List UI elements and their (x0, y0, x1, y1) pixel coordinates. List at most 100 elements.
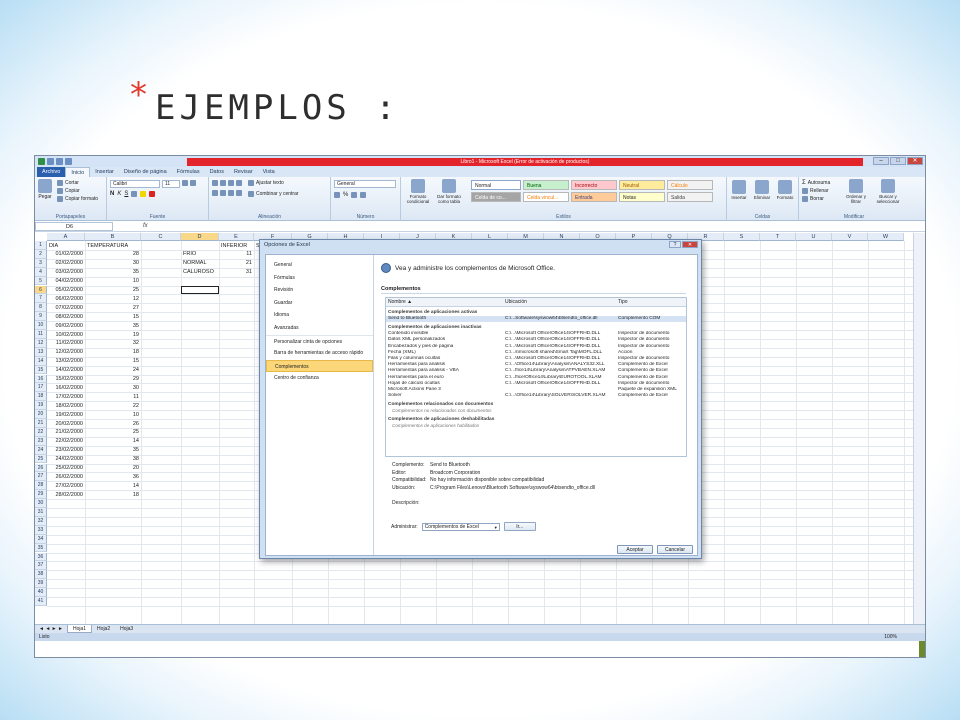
cell[interactable]: 19/02/2000 (49, 411, 83, 419)
undo-icon[interactable] (56, 158, 63, 165)
row-header[interactable]: 41 (35, 597, 47, 606)
cell[interactable]: 12 (87, 295, 139, 303)
cut-button[interactable]: Cortar (57, 179, 98, 187)
column-header-u[interactable]: U (796, 233, 832, 241)
font-name-select[interactable]: Calibri (110, 180, 160, 188)
cell[interactable]: 28/02/2000 (49, 491, 83, 499)
column-header-s[interactable]: S (724, 233, 760, 241)
cell[interactable]: 32 (87, 339, 139, 347)
cell[interactable]: 29 (87, 375, 139, 383)
row-header[interactable]: 16 (35, 374, 47, 384)
cell[interactable]: 10/02/2000 (49, 331, 83, 339)
underline-icon[interactable]: S (124, 191, 128, 197)
style-note[interactable]: Notas (619, 192, 665, 202)
align-middle-icon[interactable] (220, 180, 226, 186)
align-left-icon[interactable] (212, 190, 218, 196)
format-table-button[interactable]: Dar formato como tabla (435, 179, 463, 204)
col-type-header[interactable]: Tipo (616, 298, 686, 306)
orientation-icon[interactable] (236, 180, 242, 186)
cell[interactable]: 15 (87, 313, 139, 321)
go-button[interactable]: Ir... (503, 522, 536, 531)
nav-item[interactable]: Idioma (266, 309, 373, 322)
style-good[interactable]: Buena (523, 180, 569, 190)
cell[interactable]: 24/02/2000 (49, 455, 83, 463)
insert-cells-button[interactable]: Insertar (730, 180, 748, 200)
italic-icon[interactable]: K (117, 191, 121, 197)
cell[interactable]: 04/02/2000 (49, 277, 83, 285)
vertical-scrollbar[interactable] (913, 233, 925, 624)
cell[interactable]: TEMPERATURA (87, 242, 139, 250)
row-header[interactable]: 8 (35, 303, 47, 313)
cell[interactable]: 09/02/2000 (49, 322, 83, 330)
cell[interactable]: 16/02/2000 (49, 384, 83, 392)
style-linked-cell[interactable]: Celda vincul... (523, 192, 569, 202)
column-header-w[interactable]: W (868, 233, 904, 241)
row-header[interactable]: 30 (35, 499, 47, 508)
wrap-text-button[interactable]: Ajustar texto (248, 179, 284, 187)
cell[interactable]: 24 (87, 366, 139, 374)
sheet-tab-hoja2[interactable]: Hoja2 (92, 625, 115, 633)
cell[interactable]: 22/02/2000 (49, 437, 83, 445)
help-button[interactable]: ? (669, 241, 681, 248)
cell[interactable]: 14/02/2000 (49, 366, 83, 374)
cell[interactable]: 15 (87, 357, 139, 365)
row-header[interactable]: 3 (35, 258, 47, 268)
cell[interactable]: 27/02/2000 (49, 482, 83, 490)
style-check-cell[interactable]: Celda de co... (471, 192, 521, 202)
cell[interactable]: 35 (87, 446, 139, 454)
cancel-button[interactable]: Cancelar (657, 545, 693, 554)
cell[interactable]: 18/02/2000 (49, 402, 83, 410)
cell[interactable]: 14 (87, 437, 139, 445)
zoom-level[interactable]: 100% (884, 633, 897, 641)
tab-file[interactable]: Archivo (37, 167, 66, 177)
percent-icon[interactable]: % (343, 192, 348, 198)
row-header[interactable]: 19 (35, 401, 47, 411)
row-header[interactable]: 39 (35, 579, 47, 589)
col-name-header[interactable]: Nombre ▲ (386, 298, 503, 306)
cell[interactable]: 08/02/2000 (49, 313, 83, 321)
column-header-b[interactable]: B (85, 233, 141, 241)
row-header[interactable]: 17 (35, 383, 47, 393)
column-header-c[interactable]: C (141, 233, 181, 241)
addin-row[interactable]: Send to Bluetooth C:\...Software\syswow64… (386, 316, 686, 323)
row-header[interactable]: 32 (35, 516, 47, 526)
row-header[interactable]: 35 (35, 543, 47, 553)
close-button[interactable]: ✕ (907, 157, 923, 165)
nav-item[interactable]: General (266, 259, 373, 272)
row-header[interactable]: 20 (35, 410, 47, 419)
nav-item[interactable]: Revisión (266, 284, 373, 297)
style-neutral[interactable]: Neutral (619, 180, 665, 190)
number-format-select[interactable]: General (334, 180, 396, 188)
row-header[interactable]: 37 (35, 561, 47, 571)
cell[interactable]: 20/02/2000 (49, 420, 83, 428)
indent-icon[interactable] (236, 190, 242, 196)
column-header-a[interactable]: A (47, 233, 85, 241)
tab-formulas[interactable]: Fórmulas (172, 167, 205, 177)
row-header[interactable]: 34 (35, 534, 47, 544)
addin-row[interactable]: Solver C:\...\Office14\Library\SOLVER\SOL… (386, 393, 686, 399)
row-header[interactable]: 18 (35, 392, 47, 402)
row-header[interactable]: 13 (35, 347, 47, 357)
row-header[interactable]: 11 (35, 330, 47, 339)
cell[interactable]: 14 (87, 482, 139, 490)
cell[interactable]: 19 (87, 331, 139, 339)
nav-item[interactable]: Avanzadas (266, 322, 373, 335)
column-header-e[interactable]: E (219, 233, 254, 241)
sheet-nav-icon[interactable]: ◄ ◄ ► ► (35, 626, 67, 632)
thousands-icon[interactable] (351, 192, 358, 198)
borders-icon[interactable] (131, 191, 138, 197)
align-right-icon[interactable] (228, 190, 234, 196)
cell[interactable]: 11/02/2000 (49, 339, 83, 347)
col-location-header[interactable]: Ubicación (503, 298, 616, 306)
tab-insert[interactable]: Insertar (90, 167, 119, 177)
grow-font-icon[interactable] (182, 180, 188, 186)
row-header[interactable]: 28 (35, 481, 47, 491)
cell[interactable]: 17/02/2000 (49, 393, 83, 401)
row-header[interactable]: 5 (35, 276, 47, 286)
align-top-icon[interactable] (212, 180, 218, 186)
cell[interactable]: 31 (221, 268, 252, 276)
column-header-v[interactable]: V (832, 233, 868, 241)
row-header[interactable]: 38 (35, 570, 47, 580)
row-header[interactable]: 36 (35, 552, 47, 562)
currency-icon[interactable] (334, 192, 340, 198)
